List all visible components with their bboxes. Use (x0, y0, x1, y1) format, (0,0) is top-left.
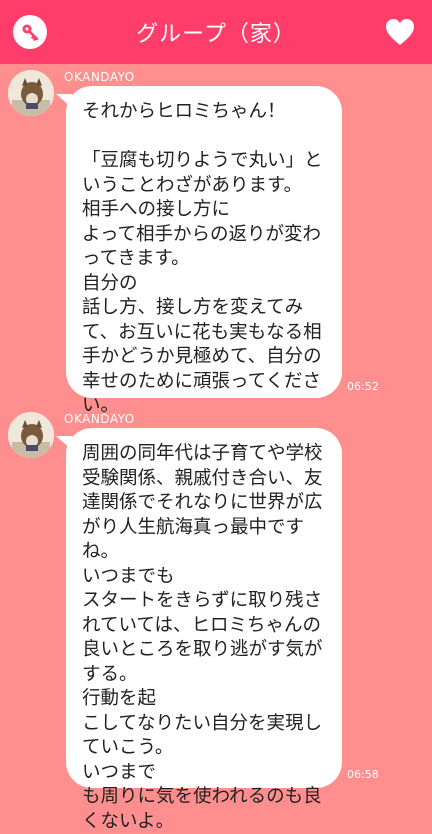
avatar[interactable] (8, 412, 54, 458)
heart-icon (386, 19, 414, 45)
message-time: 06:52 (347, 380, 379, 393)
chat-title: グループ（家） (136, 22, 296, 47)
avatar[interactable] (8, 70, 54, 116)
message-bubble[interactable]: それからヒロミちゃん！ 「豆腐も切りようで丸い」ということわざがあります。 相手… (66, 86, 342, 416)
favorite-button[interactable] (380, 12, 420, 52)
message-time: 06:58 (347, 768, 379, 781)
app-header: グループ（家） (0, 0, 432, 64)
key-button[interactable] (10, 12, 50, 52)
sender-name: OKANDAYO (64, 70, 135, 84)
sender-name: OKANDAYO (64, 412, 135, 426)
message-bubble[interactable]: 周囲の同年代は子育てや学校受験関係、親戚付き合い、友達関係でそれなりに世界が広が… (66, 428, 342, 832)
key-icon (13, 15, 47, 49)
